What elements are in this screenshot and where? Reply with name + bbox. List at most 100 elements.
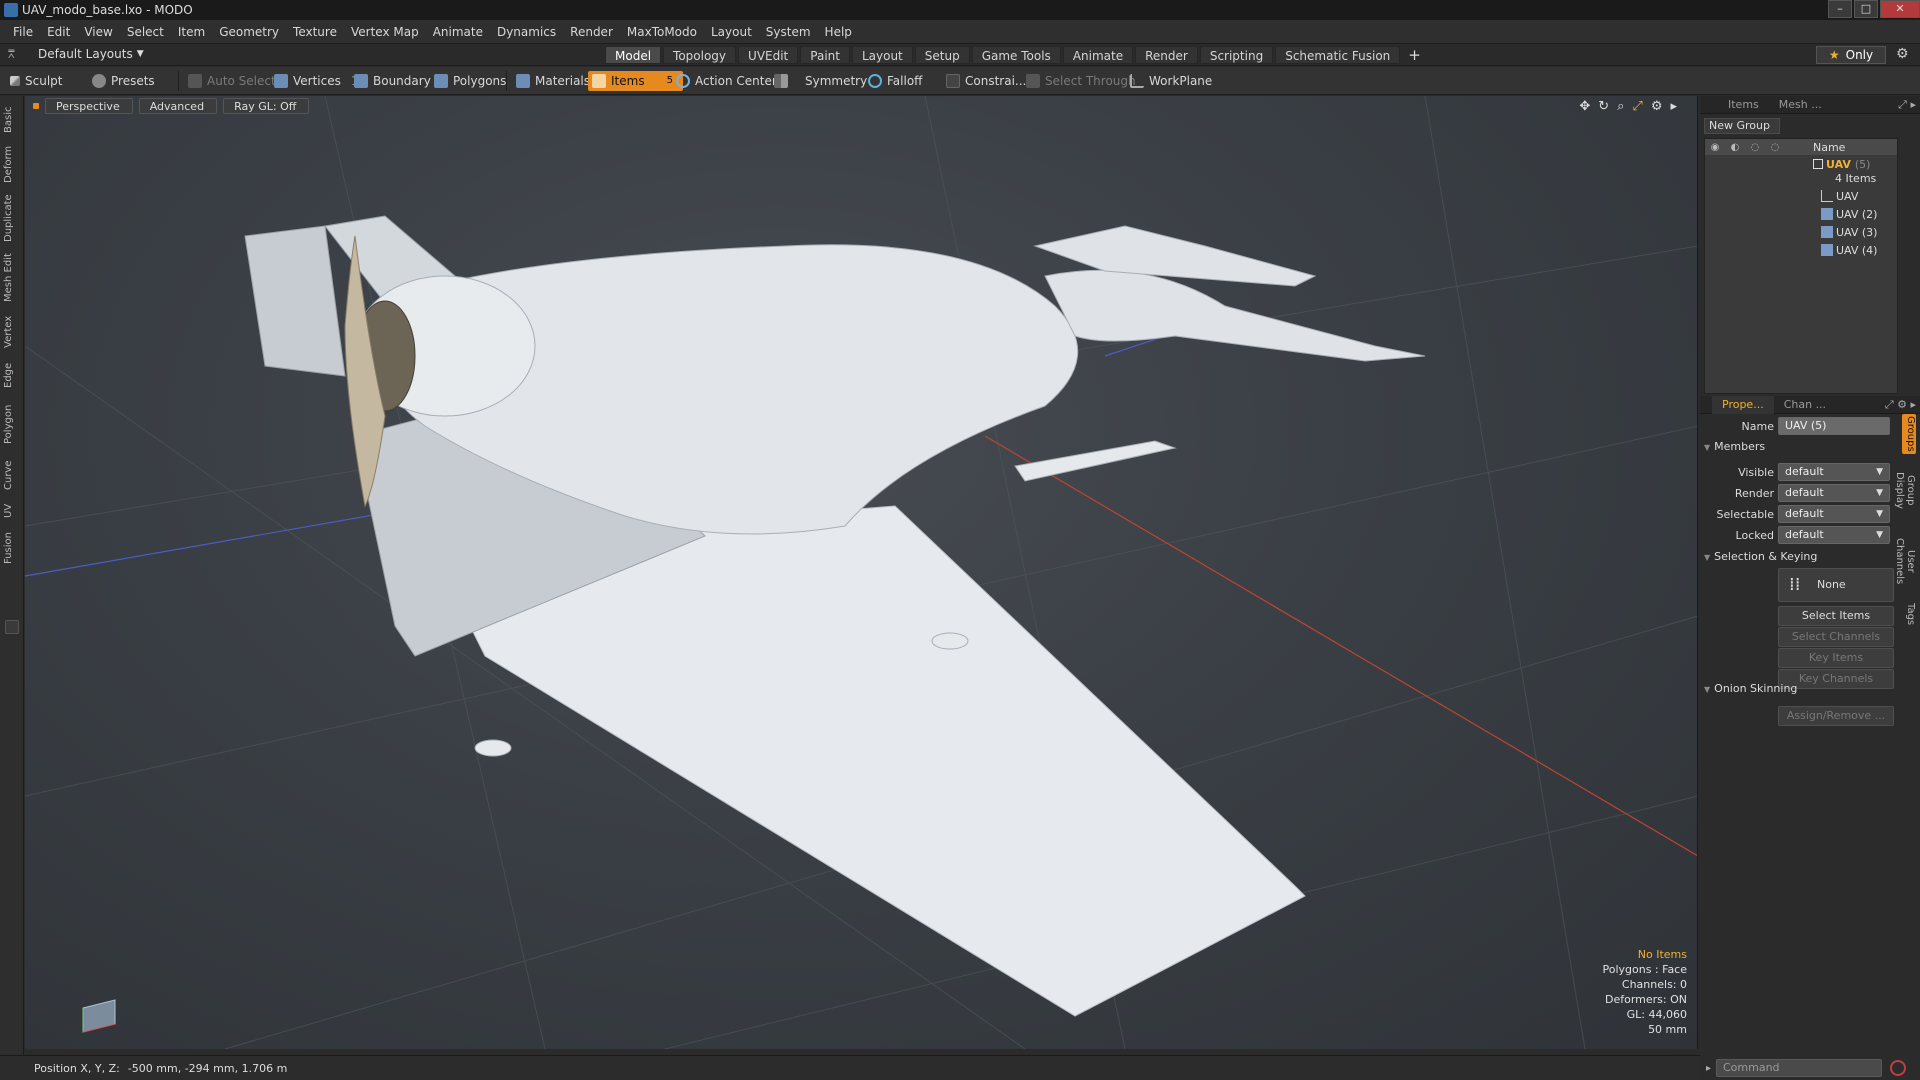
left-tab-fusion[interactable]: Fusion: [3, 528, 21, 568]
viewport-menu-icon[interactable]: [33, 103, 39, 109]
tab-items[interactable]: Items: [1718, 96, 1769, 114]
tab-layout[interactable]: Layout: [851, 46, 913, 64]
record-icon[interactable]: [1890, 1060, 1906, 1076]
selectable-dropdown[interactable]: default ▼: [1778, 505, 1890, 523]
assign-remove-button[interactable]: Assign/Remove ...: [1778, 706, 1894, 726]
menu-vertex-map[interactable]: Vertex Map: [344, 25, 426, 39]
maximize-button[interactable]: □: [1854, 0, 1878, 18]
zoom-view-icon[interactable]: ⌕: [1617, 99, 1624, 114]
keying-section[interactable]: ▼ Selection & Keying: [1704, 548, 1817, 566]
workplane-button[interactable]: WorkPlane: [1126, 71, 1212, 91]
onion-section[interactable]: ▼ Onion Skinning: [1704, 680, 1797, 698]
menu-maxtomodo[interactable]: MaxToModo: [620, 25, 704, 39]
side-tab-user-channels[interactable]: User Channels: [1894, 526, 1916, 596]
left-tab-deform[interactable]: Deform: [3, 144, 21, 184]
left-tab-duplicate[interactable]: Duplicate: [3, 192, 21, 244]
falloff-button[interactable]: Falloff: [864, 71, 922, 91]
expand-arrow-icon[interactable]: ▸: [1670, 99, 1677, 114]
only-button[interactable]: ★ Only: [1816, 46, 1886, 64]
none-button[interactable]: ⁞⁞ None: [1778, 568, 1894, 602]
left-tab-polygon[interactable]: Polygon: [3, 400, 21, 448]
tab-render[interactable]: Render: [1135, 46, 1198, 64]
tab-scripting[interactable]: Scripting: [1199, 46, 1274, 64]
menu-texture[interactable]: Texture: [286, 25, 344, 39]
tab-game-tools[interactable]: Game Tools: [971, 46, 1061, 64]
symmetry-button[interactable]: Symmetry: [770, 71, 867, 91]
constraints-button[interactable]: Constrai...: [942, 71, 1026, 91]
tab-model[interactable]: Model: [605, 46, 662, 64]
layout-toggle-icon[interactable]: ⩞: [8, 48, 20, 61]
layout-dropdown[interactable]: ⩞ Default Layouts ▼: [8, 47, 144, 61]
viewport-settings-icon[interactable]: ⚙: [1651, 99, 1663, 114]
view-mode-dropdown[interactable]: Perspective: [45, 98, 133, 114]
menu-view[interactable]: View: [77, 25, 119, 39]
close-button[interactable]: ✕: [1880, 0, 1920, 18]
tree-row-uav[interactable]: UAV: [1705, 187, 1899, 205]
tab-properties[interactable]: Prope...: [1712, 395, 1774, 414]
menu-render[interactable]: Render: [563, 25, 620, 39]
sculpt-button[interactable]: Sculpt: [6, 71, 62, 91]
tab-setup[interactable]: Setup: [914, 46, 970, 64]
polygons-button[interactable]: Polygons: [430, 71, 506, 91]
menu-system[interactable]: System: [759, 25, 818, 39]
fit-view-icon[interactable]: ⤢: [1632, 99, 1642, 114]
left-tab-basic[interactable]: Basic: [3, 104, 21, 136]
key-items-button[interactable]: Key Items: [1778, 648, 1894, 668]
left-tab-uv[interactable]: UV: [3, 500, 21, 522]
select-channels-button[interactable]: Select Channels: [1778, 627, 1894, 647]
tree-row-uav-3[interactable]: UAV (3): [1705, 223, 1899, 241]
auto-select-button[interactable]: Auto Select: [184, 71, 276, 91]
side-tab-tags[interactable]: Tags: [1902, 600, 1916, 628]
panel-toggle-icon[interactable]: [5, 620, 19, 634]
vertices-button[interactable]: Vertices 1: [270, 71, 359, 91]
shading-dropdown[interactable]: Advanced: [138, 98, 218, 114]
tree-row-uav-2[interactable]: UAV (2): [1705, 205, 1899, 223]
side-tab-group-display[interactable]: Group Display: [1894, 458, 1916, 522]
menu-geometry[interactable]: Geometry: [212, 25, 286, 39]
visible-dropdown[interactable]: default ▼: [1778, 463, 1890, 481]
raygl-dropdown[interactable]: Ray GL: Off: [223, 98, 310, 114]
tab-uvedit[interactable]: UVEdit: [738, 46, 799, 64]
3d-viewport[interactable]: Perspective Advanced Ray GL: Off ✥ ↻ ⌕ ⤢…: [25, 96, 1698, 1049]
name-field[interactable]: UAV (5): [1778, 417, 1890, 435]
menu-animate[interactable]: Animate: [426, 25, 490, 39]
panel-expand-icon[interactable]: ⤢ ⚙ ▸: [1885, 398, 1916, 412]
tab-topology[interactable]: Topology: [663, 46, 737, 64]
tab-schematic-fusion[interactable]: Schematic Fusion: [1275, 46, 1401, 64]
action-center-button[interactable]: Action Center: [672, 71, 777, 91]
render-dropdown[interactable]: default ▼: [1778, 484, 1890, 502]
menu-file[interactable]: File: [6, 25, 40, 39]
left-tab-vertex[interactable]: Vertex: [3, 312, 21, 352]
left-tab-mesh-edit[interactable]: Mesh Edit: [3, 252, 21, 304]
command-input[interactable]: Command: [1716, 1059, 1882, 1077]
side-tab-groups[interactable]: Groups: [1902, 414, 1916, 454]
gear-icon[interactable]: ⚙: [1896, 46, 1909, 62]
tab-mesh[interactable]: Mesh ...: [1769, 96, 1832, 114]
tree-row-uav-4[interactable]: UAV (4): [1705, 241, 1899, 259]
add-tab-icon[interactable]: +: [1402, 46, 1427, 64]
panel-expand-icon[interactable]: ⤢ ▸: [1898, 98, 1916, 112]
items-button[interactable]: Items 5: [588, 71, 683, 91]
materials-button[interactable]: Materials: [512, 71, 590, 91]
menu-edit[interactable]: Edit: [40, 25, 77, 39]
presets-button[interactable]: Presets: [88, 71, 155, 91]
menu-item[interactable]: Item: [171, 25, 212, 39]
rotate-view-icon[interactable]: ↻: [1598, 99, 1609, 114]
menu-help[interactable]: Help: [818, 25, 859, 39]
tab-animate[interactable]: Animate: [1062, 46, 1134, 64]
locked-dropdown[interactable]: default ▼: [1778, 526, 1890, 544]
select-items-button[interactable]: Select Items: [1778, 606, 1894, 626]
left-tab-curve[interactable]: Curve: [3, 456, 21, 494]
menu-dynamics[interactable]: Dynamics: [490, 25, 563, 39]
members-section[interactable]: ▼ Members: [1704, 438, 1765, 456]
new-group-button[interactable]: New Group: [1704, 118, 1780, 134]
tab-paint[interactable]: Paint: [800, 46, 850, 64]
menu-layout[interactable]: Layout: [704, 25, 759, 39]
move-view-icon[interactable]: ✥: [1579, 99, 1590, 114]
select-through-button[interactable]: Select Through: [1022, 71, 1136, 91]
menu-select[interactable]: Select: [120, 25, 171, 39]
minimize-button[interactable]: –: [1828, 0, 1852, 18]
boundary-button[interactable]: Boundary: [350, 71, 431, 91]
tab-channels[interactable]: Chan ...: [1774, 396, 1836, 414]
left-tab-edge[interactable]: Edge: [3, 358, 21, 392]
